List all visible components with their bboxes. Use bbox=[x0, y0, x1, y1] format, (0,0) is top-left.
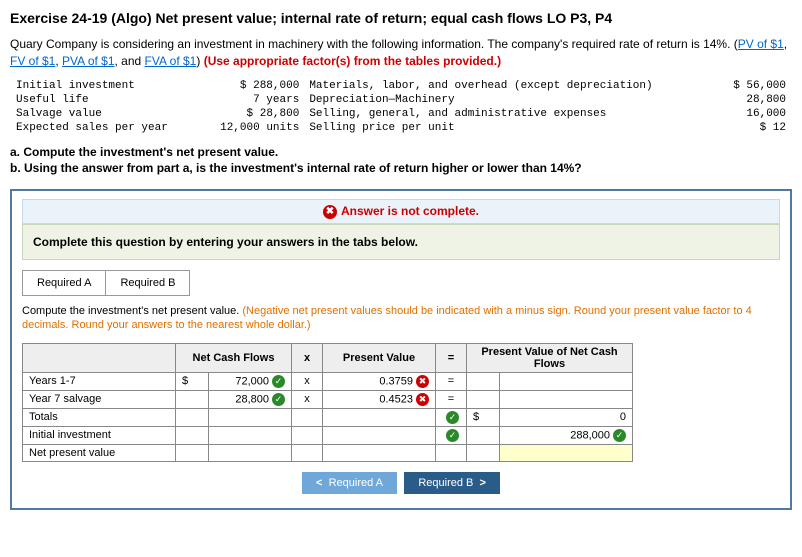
check-icon: ✓ bbox=[446, 429, 459, 442]
cell-pvn-input[interactable] bbox=[500, 372, 633, 390]
sep1: , bbox=[784, 37, 787, 51]
tab-required-b[interactable]: Required B bbox=[105, 270, 190, 296]
question-a: a. Compute the investment's net present … bbox=[10, 145, 278, 159]
given-label: Materials, labor, and overhead (except d… bbox=[305, 80, 716, 92]
subinstr-black: Compute the investment's net present val… bbox=[22, 305, 242, 317]
given-label: Expected sales per year bbox=[12, 122, 199, 134]
use-factors-note: (Use appropriate factor(s) from the tabl… bbox=[204, 54, 501, 68]
check-icon: ✓ bbox=[272, 375, 285, 388]
exercise-title: Exercise 24-19 (Algo) Net present value;… bbox=[10, 10, 792, 26]
th-present-value: Present Value bbox=[323, 343, 436, 372]
given-value: 12,000 units bbox=[201, 122, 303, 134]
row-year-7-salvage: Year 7 salvage 28,800✓ x 0.4523✖ = bbox=[23, 390, 633, 408]
intro-text: Quary Company is considering an investme… bbox=[10, 36, 792, 70]
sep-and: , and bbox=[115, 54, 145, 68]
cell-pv-input[interactable]: 0.4523✖ bbox=[323, 390, 436, 408]
given-value: $ 56,000 bbox=[719, 80, 790, 92]
chevron-left-icon: < bbox=[316, 477, 322, 489]
question-text: a. Compute the investment's net present … bbox=[10, 144, 792, 178]
cell-eq: = bbox=[436, 372, 467, 390]
answer-panel: ✖ Answer is not complete. Complete this q… bbox=[10, 189, 792, 509]
intro-part2: ) bbox=[196, 54, 203, 68]
given-label: Useful life bbox=[12, 94, 199, 106]
x-icon: ✖ bbox=[416, 375, 429, 388]
th-blank bbox=[23, 343, 176, 372]
x-icon: ✖ bbox=[323, 205, 337, 219]
nav-buttons: < Required A Required B > bbox=[22, 472, 780, 494]
given-value: 28,800 bbox=[719, 94, 790, 106]
given-label: Initial investment bbox=[12, 80, 199, 92]
sub-instructions: Compute the investment's net present val… bbox=[22, 304, 780, 333]
given-value: $ 288,000 bbox=[201, 80, 303, 92]
given-value: $ 12 bbox=[719, 122, 790, 134]
link-fva-of-1[interactable]: FVA of $1 bbox=[145, 54, 197, 68]
link-fv-of-1[interactable]: FV of $1 bbox=[10, 54, 55, 68]
given-label: Selling, general, and administrative exp… bbox=[305, 108, 716, 120]
given-value: 16,000 bbox=[719, 108, 790, 120]
cell-pvn: 0 bbox=[500, 408, 633, 426]
cell-npv-result[interactable] bbox=[500, 444, 633, 461]
th-eq: = bbox=[436, 343, 467, 372]
th-pv-net-cash-flows: Present Value of Net Cash Flows bbox=[467, 343, 633, 372]
check-icon: ✓ bbox=[446, 411, 459, 424]
cell-label: Year 7 salvage bbox=[23, 390, 176, 408]
cell-pvn-input[interactable]: 288,000✓ bbox=[500, 426, 633, 444]
link-pva-of-1[interactable]: PVA of $1 bbox=[62, 54, 114, 68]
next-button[interactable]: Required B > bbox=[404, 472, 500, 494]
cell-currency: $ bbox=[176, 372, 209, 390]
cell-op[interactable]: x bbox=[292, 372, 323, 390]
cell-currency bbox=[467, 372, 500, 390]
th-net-cash-flows: Net Cash Flows bbox=[176, 343, 292, 372]
cell-status: ✓ bbox=[436, 408, 467, 426]
cell-label: Net present value bbox=[23, 444, 176, 461]
intro-part1: Quary Company is considering an investme… bbox=[10, 37, 738, 51]
given-value: $ 28,800 bbox=[201, 108, 303, 120]
row-years-1-7: Years 1-7 $ 72,000✓ x 0.3759✖ = bbox=[23, 372, 633, 390]
question-b: b. Using the answer from part a, is the … bbox=[10, 161, 582, 175]
th-x: x bbox=[292, 343, 323, 372]
instructions-box: Complete this question by entering your … bbox=[22, 224, 780, 260]
not-complete-banner: ✖ Answer is not complete. bbox=[22, 199, 780, 224]
row-net-present-value: Net present value bbox=[23, 444, 633, 461]
not-complete-text: Answer is not complete. bbox=[341, 204, 479, 218]
given-value: 7 years bbox=[201, 94, 303, 106]
given-label: Selling price per unit bbox=[305, 122, 716, 134]
cell-currency bbox=[176, 390, 209, 408]
cell-currency: $ bbox=[467, 408, 500, 426]
prev-button[interactable]: < Required A bbox=[302, 472, 397, 494]
check-icon: ✓ bbox=[272, 393, 285, 406]
given-label: Salvage value bbox=[12, 108, 199, 120]
cell-label: Years 1-7 bbox=[23, 372, 176, 390]
tabs: Required ARequired B bbox=[22, 270, 780, 296]
cell-ncf-input[interactable]: 28,800✓ bbox=[209, 390, 292, 408]
cell-pv-input[interactable]: 0.3759✖ bbox=[323, 372, 436, 390]
row-totals: Totals ✓ $ 0 bbox=[23, 408, 633, 426]
tab-required-a[interactable]: Required A bbox=[22, 270, 106, 296]
given-data-table: Initial investment $ 288,000 Materials, … bbox=[10, 78, 792, 136]
x-icon: ✖ bbox=[416, 393, 429, 406]
cell-label: Totals bbox=[23, 408, 176, 426]
cell-currency bbox=[467, 390, 500, 408]
link-pv-of-1[interactable]: PV of $1 bbox=[738, 37, 784, 51]
given-label: Depreciation—Machinery bbox=[305, 94, 716, 106]
check-icon: ✓ bbox=[613, 429, 626, 442]
cell-op[interactable]: x bbox=[292, 390, 323, 408]
row-initial-investment: Initial investment ✓ 288,000✓ bbox=[23, 426, 633, 444]
chevron-right-icon: > bbox=[480, 477, 486, 489]
cell-status: ✓ bbox=[436, 426, 467, 444]
cell-eq: = bbox=[436, 390, 467, 408]
cell-label: Initial investment bbox=[23, 426, 176, 444]
cell-pvn-input[interactable] bbox=[500, 390, 633, 408]
calc-table: Net Cash Flows x Present Value = Present… bbox=[22, 343, 633, 462]
cell-ncf-input[interactable]: 72,000✓ bbox=[209, 372, 292, 390]
